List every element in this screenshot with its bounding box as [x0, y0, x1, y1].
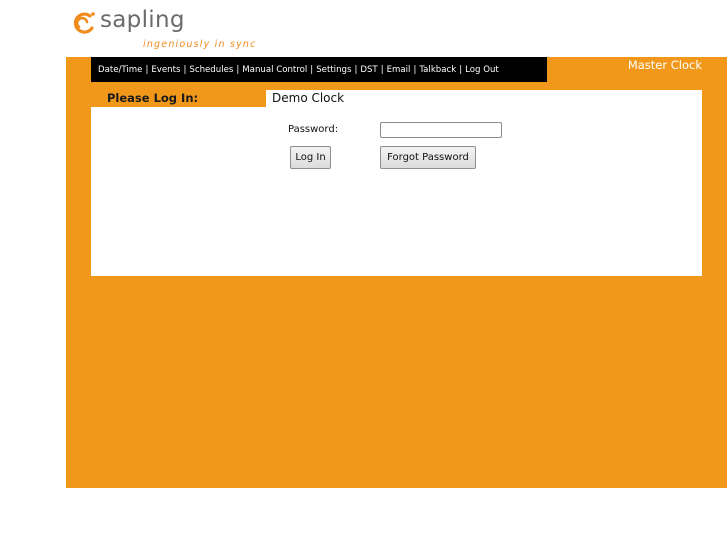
nav-item-events[interactable]: Events: [151, 65, 180, 75]
login-heading: Please Log In:: [107, 91, 199, 105]
nav-separator: |: [310, 64, 314, 75]
forgot-password-button[interactable]: Forgot Password: [380, 146, 476, 169]
nav-separator: |: [413, 64, 417, 75]
password-input[interactable]: [380, 122, 502, 138]
nav-separator: |: [354, 64, 358, 75]
nav-separator: |: [183, 64, 187, 75]
nav-item-dst[interactable]: DST: [360, 65, 377, 75]
nav-item-manual-control[interactable]: Manual Control: [242, 65, 307, 75]
login-button[interactable]: Log In: [290, 146, 331, 169]
nav-item-email[interactable]: Email: [387, 65, 411, 75]
logo-tagline: ingeniously in sync: [143, 39, 257, 50]
master-clock-label: Master Clock: [627, 58, 702, 72]
nav-item-talkback[interactable]: Talkback: [419, 65, 456, 75]
sapling-swirl-icon: [73, 12, 95, 34]
sapling-logo: sapling ingeniously in sync: [70, 7, 270, 56]
logo-wordmark: sapling: [100, 7, 185, 33]
nav-separator: |: [145, 64, 149, 75]
nav-item-log-out[interactable]: Log Out: [465, 65, 499, 75]
clock-name-tab: Demo Clock: [266, 90, 702, 108]
password-label: Password:: [288, 124, 339, 135]
nav-separator: |: [459, 64, 463, 75]
nav-item-settings[interactable]: Settings: [316, 65, 351, 75]
top-nav-bar: Date/Time | Events | Schedules | Manual Contro…: [91, 57, 547, 82]
nav-separator: |: [380, 64, 384, 75]
nav-item-schedules[interactable]: Schedules: [189, 65, 233, 75]
nav-item-date-time[interactable]: Date/Time: [98, 65, 142, 75]
clock-name-title: Demo Clock: [272, 91, 345, 105]
nav-separator: |: [236, 64, 240, 75]
